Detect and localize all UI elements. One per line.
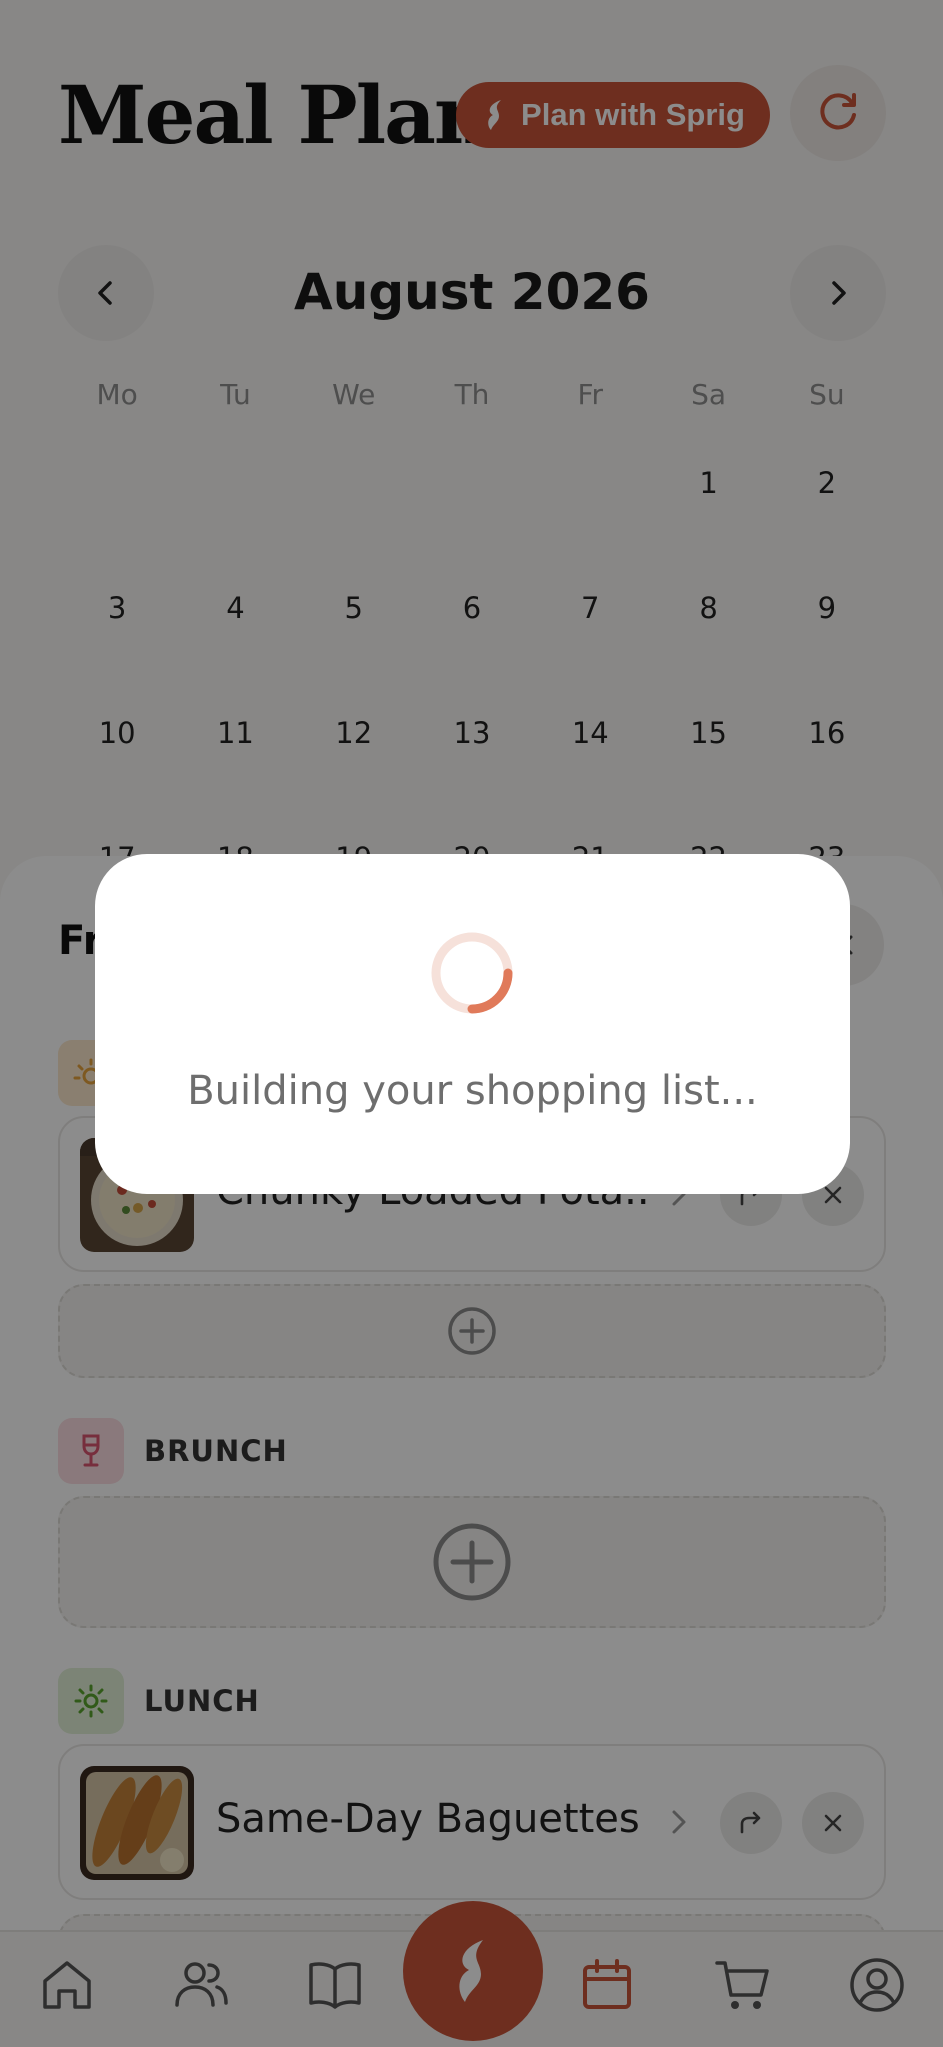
loading-message: Building your shopping list... [187,1068,758,1114]
loading-spinner-icon [431,932,513,1014]
loading-dialog: Building your shopping list... [95,854,850,1194]
